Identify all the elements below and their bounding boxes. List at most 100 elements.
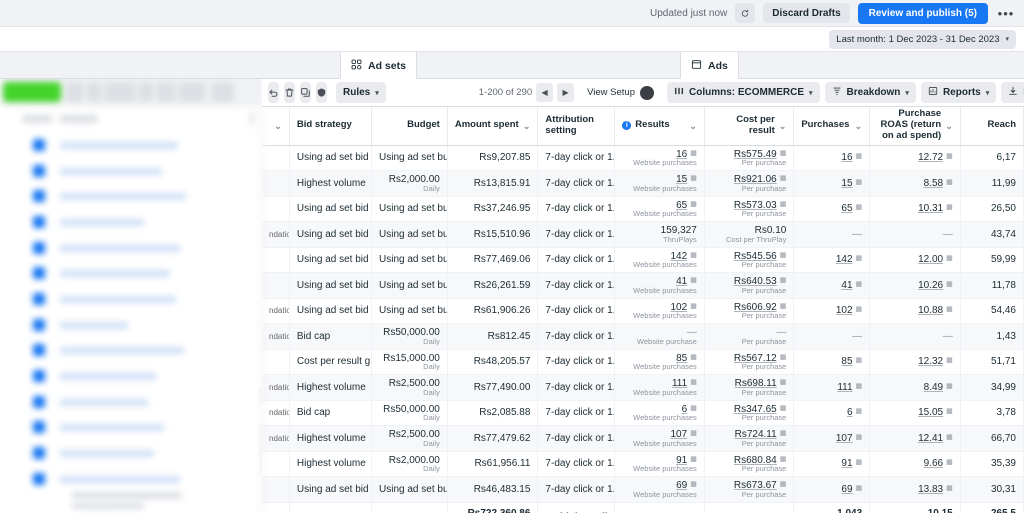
chart-preview-icon[interactable]: ▦ [780, 430, 787, 438]
purchases-cell-value[interactable]: 41 ▦ [801, 280, 862, 292]
chart-preview-icon[interactable]: ▦ [856, 153, 863, 161]
purchase-roas-cell-value[interactable]: 12.72 ▦ [877, 152, 953, 164]
sort-chevron-icon[interactable]: ⌄ [945, 121, 953, 131]
ad-sets-table-container[interactable]: ⌄ Bid strategy Budget Amount spent ⌄ Attribut… [262, 107, 1024, 513]
purchases-cell-value[interactable]: 91 ▦ [801, 458, 862, 470]
chart-preview-icon[interactable]: ▦ [690, 354, 697, 362]
chart-preview-icon[interactable]: ▦ [690, 405, 697, 413]
chart-preview-icon[interactable]: ▦ [780, 481, 787, 489]
table-row[interactable]: ndation Highest volume Rs2,500.00Daily Rs77… [262, 425, 1024, 452]
chart-preview-icon[interactable]: ▦ [780, 456, 787, 464]
table-row[interactable]: Highest volume Rs2,000.00 Daily Rs61,956.11… [262, 451, 1024, 477]
reports-button[interactable]: Reports ▾ [920, 82, 997, 103]
chart-preview-icon[interactable]: ▦ [780, 354, 787, 362]
discard-drafts-button[interactable]: Discard Drafts [763, 3, 850, 23]
column-header-cost-per-result[interactable]: Cost per result ⌄ [704, 107, 795, 146]
chart-preview-icon[interactable]: ▦ [856, 434, 863, 442]
chart-preview-icon[interactable]: ▦ [690, 456, 697, 464]
chart-preview-icon[interactable]: ▦ [690, 277, 697, 285]
chart-preview-icon[interactable]: ▦ [690, 379, 697, 387]
chart-preview-icon[interactable]: ▦ [946, 434, 953, 442]
column-header-amount-spent[interactable]: Amount spent ⌄ [447, 107, 539, 146]
purchases-cell-value[interactable]: 107 ▦ [801, 433, 862, 445]
column-header-purchase-roas[interactable]: Purchase ROAS (return on ad spend) ⌄ [869, 107, 961, 146]
purchases-cell-value[interactable]: 16 ▦ [801, 152, 862, 164]
table-row[interactable]: ndation Highest volume Rs2,500.00Daily Rs77… [262, 374, 1024, 401]
purchases-cell-value[interactable]: 65 ▦ [801, 203, 862, 215]
table-row[interactable]: Highest volume Rs2,000.00 Daily Rs13,815.91… [262, 170, 1024, 197]
date-range-picker[interactable]: Last month: 1 Dec 2023 - 31 Dec 2023 ▾ [829, 29, 1016, 49]
table-row[interactable]: Using ad set bid ... Using ad set bud... R… [262, 476, 1024, 503]
chart-preview-icon[interactable]: ▦ [946, 357, 953, 365]
chevron-right-icon[interactable]: ▶ [557, 83, 575, 102]
sort-chevron-icon[interactable]: ⌄ [779, 121, 787, 131]
column-header-results[interactable]: i Results ⌄ [614, 107, 705, 146]
sort-chevron-icon[interactable]: ⌄ [274, 121, 282, 131]
purchases-cell-value[interactable]: 15 ▦ [801, 178, 862, 190]
chart-preview-icon[interactable]: ▦ [946, 459, 953, 467]
chart-preview-icon[interactable]: ▦ [946, 179, 953, 187]
tag-icon[interactable] [316, 82, 327, 103]
purchase-roas-cell-value[interactable]: 15.05 ▦ [877, 407, 953, 419]
column-header-rowlabel[interactable]: ⌄ [262, 107, 290, 146]
chart-preview-icon[interactable]: ▦ [780, 201, 787, 209]
chart-preview-icon[interactable]: ▦ [690, 481, 697, 489]
chart-preview-icon[interactable]: ▦ [856, 281, 863, 289]
purchases-cell-value[interactable]: 102 ▦ [801, 305, 862, 317]
purchase-roas-cell-value[interactable]: 12.00 ▦ [877, 254, 953, 266]
purchases-cell-value[interactable]: 111 ▦ [801, 382, 862, 394]
column-header-reach[interactable]: Reach [960, 107, 1024, 146]
chart-preview-icon[interactable]: ▦ [946, 204, 953, 212]
chart-preview-icon[interactable]: ▦ [946, 485, 953, 493]
chart-preview-icon[interactable]: ▦ [946, 255, 953, 263]
column-header-budget[interactable]: Budget [371, 107, 448, 146]
chart-preview-icon[interactable]: ▦ [780, 405, 787, 413]
chart-preview-icon[interactable]: ▦ [856, 179, 863, 187]
table-row[interactable]: Using ad set bid ... Using ad set bud... R… [262, 272, 1024, 299]
chart-preview-icon[interactable]: ▦ [690, 150, 697, 158]
chart-preview-icon[interactable]: ▦ [856, 459, 863, 467]
chart-preview-icon[interactable]: ▦ [780, 379, 787, 387]
chart-preview-icon[interactable]: ▦ [856, 383, 863, 391]
table-row[interactable]: ndation Bid cap Rs50,000.00Daily Rs812.45 7-… [262, 323, 1024, 350]
table-row[interactable]: ndation Bid cap Rs50,000.00Daily Rs2,085.88… [262, 400, 1024, 426]
purchase-roas-cell-value[interactable]: 9.66 ▦ [877, 458, 953, 470]
refresh-icon[interactable] [735, 3, 756, 23]
chart-preview-icon[interactable]: ▦ [856, 204, 863, 212]
chart-preview-icon[interactable]: ▦ [946, 281, 953, 289]
table-row[interactable]: Using ad set bid ... Using ad set bud... R… [262, 196, 1024, 222]
trash-icon[interactable] [284, 82, 295, 103]
duplicate-icon[interactable] [300, 82, 311, 103]
chart-preview-icon[interactable]: ▦ [690, 430, 697, 438]
chart-preview-icon[interactable]: ▦ [780, 277, 787, 285]
rules-button[interactable]: Rules ▾ [336, 82, 386, 103]
breakdown-button[interactable]: Breakdown ▾ [824, 82, 916, 103]
chart-preview-icon[interactable]: ▦ [690, 201, 697, 209]
chart-preview-icon[interactable]: ▦ [690, 303, 697, 311]
column-header-purchases[interactable]: Purchases ⌄ [793, 107, 871, 146]
purchases-cell-value[interactable]: 142 ▦ [801, 254, 862, 266]
chart-preview-icon[interactable]: ▦ [856, 306, 863, 314]
column-header-attribution[interactable]: Attribution setting [537, 107, 616, 146]
chart-preview-icon[interactable]: ▦ [780, 303, 787, 311]
info-icon[interactable]: i [622, 121, 632, 131]
purchase-roas-cell-value[interactable]: 10.88 ▦ [877, 305, 953, 317]
chart-preview-icon[interactable]: ▦ [780, 175, 787, 183]
tab-ad-sets[interactable]: Ad sets [340, 52, 417, 79]
purchase-roas-cell-value[interactable]: 10.26 ▦ [877, 280, 953, 292]
tab-ads[interactable]: Ads [680, 52, 739, 79]
chart-preview-icon[interactable]: ▦ [946, 306, 953, 314]
table-row[interactable]: Cost per result g... Rs15,000.00 Daily Rs48… [262, 349, 1024, 375]
chevron-left-icon[interactable]: ◀ [536, 83, 554, 102]
sort-chevron-icon[interactable]: ⌄ [855, 121, 863, 131]
table-row[interactable]: ndation Using ad set bid ... Using ad set … [262, 298, 1024, 324]
table-row[interactable]: Using ad set bid ... Using ad set bud... R… [262, 247, 1024, 273]
purchase-roas-cell-value[interactable]: 8.49 ▦ [877, 382, 953, 394]
purchase-roas-cell-value[interactable]: 10.31 ▦ [877, 203, 953, 215]
chart-preview-icon[interactable]: ▦ [856, 255, 863, 263]
sort-chevron-icon[interactable]: ⌄ [689, 121, 697, 131]
view-setup-toggle[interactable] [640, 85, 654, 100]
purchase-roas-cell-value[interactable]: 13.83 ▦ [877, 484, 953, 496]
column-header-bid-strategy[interactable]: Bid strategy [289, 107, 373, 146]
undo-icon[interactable] [268, 82, 279, 103]
